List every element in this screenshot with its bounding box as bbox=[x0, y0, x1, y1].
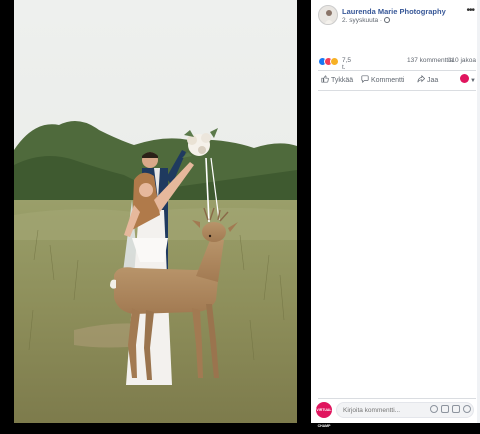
share-label: Jaa bbox=[427, 77, 439, 84]
globe-icon bbox=[384, 17, 391, 23]
audience-selector[interactable]: ▼ bbox=[460, 74, 476, 84]
comments-count-link[interactable]: 137 kommenttia bbox=[407, 57, 453, 64]
like-label: Tykkää bbox=[331, 77, 354, 84]
divider bbox=[318, 70, 476, 71]
speech-bubble-icon bbox=[361, 75, 369, 83]
comment-button[interactable]: Kommentti bbox=[361, 75, 404, 84]
post-side-panel: Laurenda Marie Photography 2. syyskuuta … bbox=[311, 0, 480, 428]
caret-down-icon: ▼ bbox=[470, 78, 476, 84]
share-arrow-icon bbox=[417, 75, 425, 83]
shares-count-link[interactable]: 110 jakoa bbox=[448, 57, 476, 64]
divider bbox=[318, 90, 476, 91]
camera-icon[interactable] bbox=[441, 405, 449, 413]
comment-composer: VIRTUAL CHAMP bbox=[315, 400, 475, 428]
photo-viewer bbox=[0, 0, 311, 423]
emoji-icon[interactable] bbox=[430, 405, 438, 413]
post-photo[interactable] bbox=[14, 0, 297, 423]
haha-reaction-icon bbox=[330, 57, 339, 66]
commenter-avatar: VIRTUAL CHAMP bbox=[316, 402, 332, 428]
post-stats: 7,5 t. 137 kommenttia 110 jakoa bbox=[318, 56, 476, 71]
profile-avatar bbox=[460, 74, 470, 83]
gif-icon[interactable] bbox=[452, 405, 460, 413]
thumbs-up-icon bbox=[321, 75, 329, 83]
comment-tools bbox=[427, 405, 471, 415]
page-avatar[interactable] bbox=[318, 5, 338, 25]
sticker-icon[interactable] bbox=[463, 405, 471, 413]
comment-label: Kommentti bbox=[371, 77, 405, 84]
post-timestamp[interactable]: 2. syyskuuta · bbox=[342, 17, 391, 24]
post-date-text: 2. syyskuuta · bbox=[342, 17, 383, 24]
reaction-count: 7,5 t. bbox=[342, 57, 352, 71]
share-button[interactable]: Jaa bbox=[417, 75, 438, 84]
post-actions: Tykkää Kommentti Jaa ▼ bbox=[318, 72, 476, 88]
like-button[interactable]: Tykkää bbox=[321, 75, 353, 84]
post-header: Laurenda Marie Photography 2. syyskuuta … bbox=[318, 5, 478, 27]
page-name-link[interactable]: Laurenda Marie Photography bbox=[342, 7, 446, 16]
divider bbox=[318, 398, 476, 399]
more-options-icon[interactable]: ••• bbox=[466, 5, 474, 16]
